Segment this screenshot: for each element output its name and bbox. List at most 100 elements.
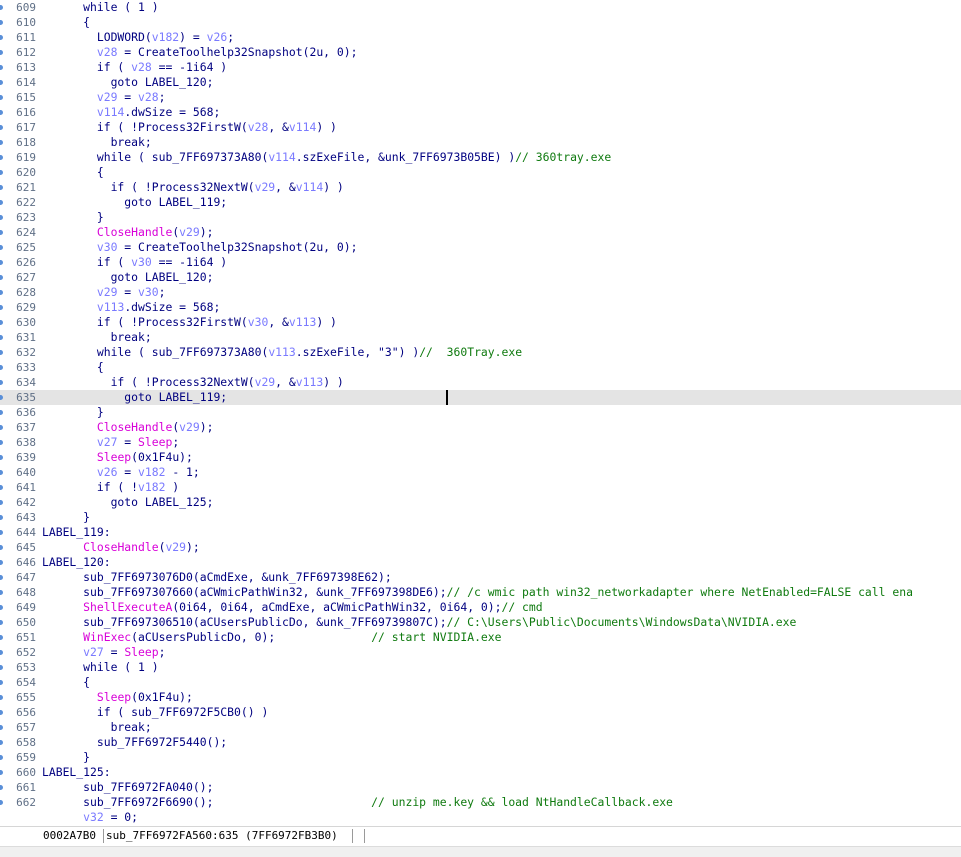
code-line[interactable]: v32 = 0;: [0, 810, 961, 825]
line-number: 639: [16, 451, 36, 464]
code-line[interactable]: 612 v28 = CreateToolhelp32Snapshot(2u, 0…: [0, 45, 961, 60]
code-editor[interactable]: 609 while ( 1 ) 610 {611 LODWORD(v182) = …: [0, 0, 961, 826]
code-line[interactable]: 615 v29 = v28;: [0, 90, 961, 105]
code-variable: v113: [288, 315, 317, 329]
code-token: if (: [42, 60, 132, 74]
code-variable: v114: [268, 150, 296, 164]
code-line[interactable]: 648 sub_7FF697307660(aCWmicPathWin32, &u…: [0, 585, 961, 600]
code-line[interactable]: 638 v27 = Sleep;: [0, 435, 961, 450]
line-number: 615: [16, 91, 36, 104]
code-line[interactable]: 658 sub_7FF6972F5440();: [0, 735, 961, 750]
code-line[interactable]: 610 {: [0, 15, 961, 30]
code-line[interactable]: 656 if ( sub_7FF6972F5CB0() ): [0, 705, 961, 720]
code-import-function: Sleep: [96, 450, 132, 464]
line-number: 646: [16, 556, 36, 569]
code-line[interactable]: 640 v26 = v182 - 1;: [0, 465, 961, 480]
code-line[interactable]: 624 CloseHandle(v29);: [0, 225, 961, 240]
code-line[interactable]: 625 v30 = CreateToolhelp32Snapshot(2u, 0…: [0, 240, 961, 255]
code-line[interactable]: 642 goto LABEL_125;: [0, 495, 961, 510]
code-variable: v29: [96, 285, 118, 299]
code-line[interactable]: 655 Sleep(0x1F4u);: [0, 690, 961, 705]
code-line[interactable]: 620 {: [0, 165, 961, 180]
line-number: 616: [16, 106, 36, 119]
code-import-function: CloseHandle: [83, 540, 159, 554]
line-number: 647: [16, 571, 36, 584]
code-line[interactable]: 643 }: [0, 510, 961, 525]
status-bar: 0002A7B0 sub_7FF6972FA560:635 (7FF6972FB…: [0, 826, 961, 846]
code-line[interactable]: 631 break;: [0, 330, 961, 345]
code-line[interactable]: 623 }: [0, 210, 961, 225]
code-line[interactable]: 613 if ( v28 == -1i64 ): [0, 60, 961, 75]
code-token: LODWORD(: [42, 30, 152, 44]
code-import-function: Sleep: [138, 435, 173, 449]
code-line[interactable]: 645 CloseHandle(v29);: [0, 540, 961, 555]
code-line[interactable]: 619 while ( sub_7FF697373A80(v114.szExeF…: [0, 150, 961, 165]
code-line[interactable]: 635 goto LABEL_119;: [0, 390, 961, 405]
code-line[interactable]: 627 goto LABEL_120;: [0, 270, 961, 285]
code-text: }: [42, 405, 104, 420]
code-line[interactable]: 657 break;: [0, 720, 961, 735]
code-text: if ( v30 == -1i64 ): [42, 255, 227, 270]
code-line[interactable]: 653 while ( 1 ): [0, 660, 961, 675]
code-token: ;: [158, 645, 166, 659]
code-line[interactable]: 618 break;: [0, 135, 961, 150]
code-line[interactable]: 650 sub_7FF697306510(aCUsersPublicDo, &u…: [0, 615, 961, 630]
code-line[interactable]: 621 if ( !Process32NextW(v29, &v114) ): [0, 180, 961, 195]
code-text: v32 = 0;: [42, 810, 138, 825]
code-line[interactable]: 659 }: [0, 750, 961, 765]
code-variable: v182: [138, 465, 166, 479]
code-line[interactable]: 637 CloseHandle(v29);: [0, 420, 961, 435]
code-line[interactable]: 630 if ( !Process32FirstW(v30, &v113) ): [0, 315, 961, 330]
code-text: if ( v28 == -1i64 ): [42, 60, 227, 75]
code-text: {: [42, 360, 104, 375]
code-token: .szExeFile, &unk_7FF6973B05BE) ): [295, 150, 516, 164]
code-token: while ( 1 ): [42, 0, 159, 14]
code-line[interactable]: 639 Sleep(0x1F4u);: [0, 450, 961, 465]
code-variable: v114: [295, 180, 324, 194]
code-text: if ( !Process32FirstW(v30, &v113) ): [42, 315, 337, 330]
code-line[interactable]: 614 goto LABEL_120;: [0, 75, 961, 90]
code-token: , &: [268, 120, 289, 134]
code-line[interactable]: 617 if ( !Process32FirstW(v28, &v114) ): [0, 120, 961, 135]
code-line[interactable]: 662 sub_7FF6972F6690(); // unzip me.key …: [0, 795, 961, 810]
code-line[interactable]: 644 LABEL_119:: [0, 525, 961, 540]
code-variable: v114: [96, 105, 125, 119]
code-line[interactable]: 649 ShellExecuteA(0i64, 0i64, aCmdExe, a…: [0, 600, 961, 615]
code-line[interactable]: 628 v29 = v30;: [0, 285, 961, 300]
code-text: v114.dwSize = 568;: [42, 105, 220, 120]
code-line[interactable]: 634 if ( !Process32NextW(v29, &v113) ): [0, 375, 961, 390]
code-line[interactable]: 622 goto LABEL_119;: [0, 195, 961, 210]
code-text: if ( !Process32FirstW(v28, &v114) ): [42, 120, 337, 135]
code-text: {: [42, 675, 90, 690]
code-line[interactable]: 661 sub_7FF6972FA040();: [0, 780, 961, 795]
status-separator: [352, 829, 353, 843]
code-line[interactable]: 616 v114.dwSize = 568;: [0, 105, 961, 120]
code-text: goto LABEL_119;: [42, 195, 227, 210]
code-line[interactable]: 633 {: [0, 360, 961, 375]
code-line[interactable]: 609 while ( 1 ): [0, 0, 961, 15]
code-line[interactable]: 641 if ( !v182 ): [0, 480, 961, 495]
code-text: break;: [42, 135, 152, 150]
code-token: , &: [268, 315, 289, 329]
code-line[interactable]: 651 WinExec(aCUsersPublicDo, 0); // star…: [0, 630, 961, 645]
code-line[interactable]: 647 sub_7FF6973076D0(aCmdExe, &unk_7FF69…: [0, 570, 961, 585]
code-token: goto LABEL_119;: [42, 195, 228, 209]
code-line[interactable]: 654 {: [0, 675, 961, 690]
code-line[interactable]: 629 v113.dwSize = 568;: [0, 300, 961, 315]
code-line[interactable]: 660 LABEL_125:: [0, 765, 961, 780]
code-token: }: [42, 405, 104, 419]
code-text: LODWORD(v182) = v26;: [42, 30, 234, 45]
code-line[interactable]: 632 while ( sub_7FF697373A80(v113.szExeF…: [0, 345, 961, 360]
status-separator: [103, 829, 104, 843]
code-line[interactable]: 646 LABEL_120:: [0, 555, 961, 570]
code-text: sub_7FF697306510(aCUsersPublicDo, &unk_7…: [42, 615, 796, 630]
line-number: 658: [16, 736, 36, 749]
code-line[interactable]: 636 }: [0, 405, 961, 420]
code-token: );: [199, 420, 214, 434]
line-number: 611: [16, 31, 36, 44]
code-line[interactable]: 611 LODWORD(v182) = v26;: [0, 30, 961, 45]
code-comment: // /c wmic path win32_networkadapter whe…: [446, 585, 913, 599]
code-token: == -1i64 ): [151, 255, 228, 269]
code-line[interactable]: 626 if ( v30 == -1i64 ): [0, 255, 961, 270]
code-line[interactable]: 652 v27 = Sleep;: [0, 645, 961, 660]
